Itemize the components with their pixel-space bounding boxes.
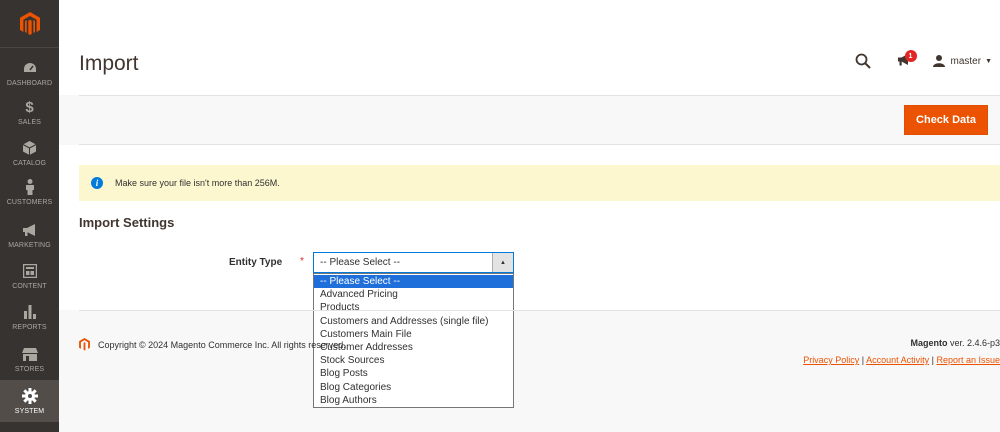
dollar-icon: $: [25, 98, 34, 116]
option-please-select[interactable]: -- Please Select --: [314, 275, 513, 289]
notice-text: Make sure your file isn't more than 256M…: [115, 178, 280, 188]
magento-logo-icon: [19, 11, 40, 35]
chevron-down-icon: ▼: [985, 57, 992, 65]
entity-type-label: Entity Type: [229, 257, 283, 268]
header-actions: 1 master ▼: [855, 50, 992, 72]
bar-chart-icon: [23, 303, 37, 321]
sidebar-item-label: CATALOG: [12, 160, 47, 167]
notification-badge: 1: [904, 50, 917, 62]
megaphone-icon: [22, 221, 38, 239]
page-actions-bar: Check Data: [79, 95, 1000, 145]
sidebar-item-label: REPORTS: [12, 324, 47, 331]
user-icon: [932, 55, 945, 67]
sidebar-item-label: DASHBOARD: [6, 80, 53, 87]
sidebar-item-customers[interactable]: CUSTOMERS: [0, 178, 59, 211]
magento-logo[interactable]: [0, 0, 59, 48]
page-footer: Copyright © 2024 Magento Commerce Inc. A…: [79, 310, 1000, 432]
page-title: Import: [79, 52, 139, 75]
chevron-up-icon[interactable]: ▲: [492, 253, 513, 272]
sidebar-item-dashboard[interactable]: DASHBOARD: [0, 59, 59, 92]
account-activity-link[interactable]: Account Activity: [866, 355, 929, 365]
option-advanced-pricing[interactable]: Advanced Pricing: [314, 288, 513, 301]
user-menu[interactable]: master ▼: [932, 55, 992, 67]
check-data-button[interactable]: Check Data: [904, 105, 988, 135]
sidebar-item-label: SYSTEM: [14, 408, 45, 415]
sidebar-item-marketing[interactable]: MARKETING: [0, 221, 59, 254]
info-icon: i: [91, 177, 103, 189]
report-issue-link[interactable]: Report an Issue: [936, 355, 1000, 365]
sidebar-item-label: STORES: [14, 366, 45, 373]
store-icon: [21, 345, 38, 363]
magento-footer-logo-icon: [79, 338, 90, 351]
sidebar-item-label: MARKETING: [8, 242, 51, 249]
copyright: Copyright © 2024 Magento Commerce Inc. A…: [79, 338, 346, 351]
sidebar-item-stores[interactable]: STORES: [0, 345, 59, 378]
required-marker: *: [300, 256, 304, 267]
sidebar-item-system[interactable]: SYSTEM: [0, 380, 59, 422]
username: master: [950, 55, 982, 67]
sidebar-item-content[interactable]: CONTENT: [0, 262, 59, 295]
sidebar-item-catalog[interactable]: CATALOG: [0, 139, 59, 172]
notifications-button[interactable]: 1: [897, 50, 917, 69]
main-area: Import 1 master ▼ Check Data i Make sure…: [59, 0, 1000, 432]
section-title: Import Settings: [79, 215, 175, 230]
brand-name: Magento: [910, 338, 948, 348]
content-icon: [22, 262, 37, 280]
footer-links: Privacy Policy | Account Activity | Repo…: [803, 355, 1000, 365]
cube-icon: [23, 139, 36, 157]
copyright-text: Copyright © 2024 Magento Commerce Inc. A…: [98, 339, 346, 350]
version-info: Magento ver. 2.4.6-p3: [910, 338, 1000, 348]
person-icon: [25, 178, 35, 196]
page-header: Import 1 master ▼: [59, 0, 1000, 95]
sidebar-item-label: CONTENT: [12, 283, 47, 290]
search-icon[interactable]: [855, 53, 871, 69]
dashboard-icon: [23, 59, 37, 77]
entity-type-select[interactable]: -- Please Select -- ▲: [313, 252, 514, 273]
sidebar-item-reports[interactable]: REPORTS: [0, 303, 59, 336]
admin-sidebar: DASHBOARD $ SALES CATALOG CUSTOMERS MARK…: [0, 0, 59, 432]
sidebar-item-label: CUSTOMERS: [6, 199, 53, 206]
gear-icon: [21, 387, 38, 405]
privacy-policy-link[interactable]: Privacy Policy: [803, 355, 859, 365]
notice-message: i Make sure your file isn't more than 25…: [79, 165, 1000, 201]
entity-type-selected-value: -- Please Select --: [320, 257, 401, 268]
version-text: ver. 2.4.6-p3: [947, 338, 1000, 348]
sidebar-item-sales[interactable]: $ SALES: [0, 98, 59, 131]
sidebar-item-label: SALES: [17, 119, 42, 126]
